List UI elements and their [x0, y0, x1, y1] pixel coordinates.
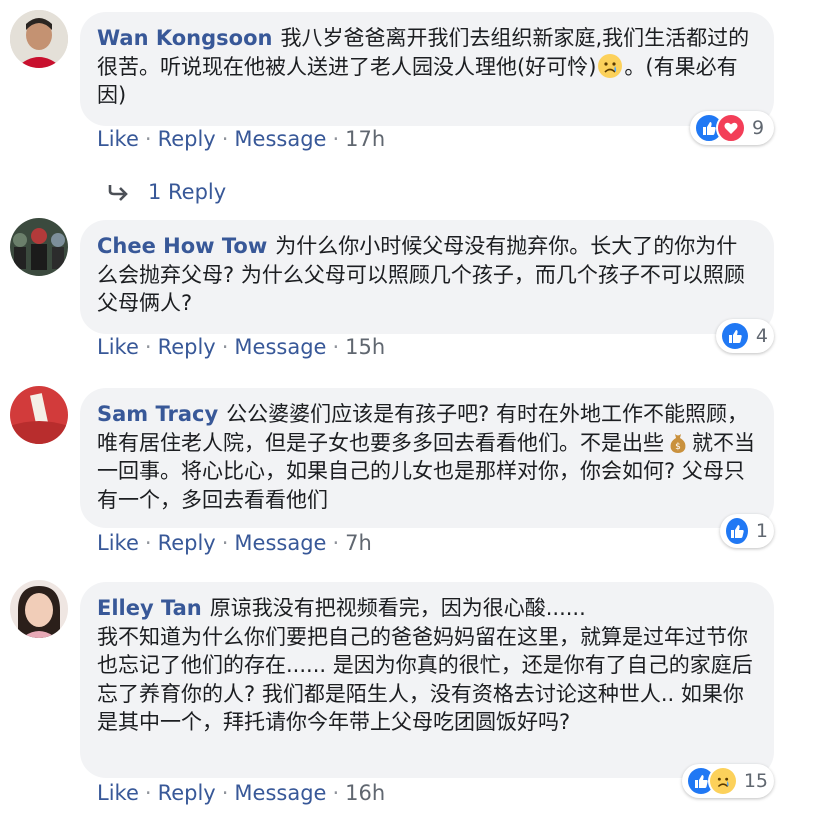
- replies-count[interactable]: 1 Reply: [148, 180, 226, 204]
- separator: ·: [221, 335, 229, 359]
- reply-link[interactable]: Reply: [158, 781, 216, 805]
- comment-bubble: Sam Tracy 公公婆婆们应该是有孩子吧? 有时在外地工作不能照顾，唯有居住老…: [80, 388, 774, 528]
- like-link[interactable]: Like: [97, 127, 139, 151]
- sad-reaction-icon: [707, 766, 738, 796]
- separator: ·: [332, 781, 340, 805]
- comment-author[interactable]: Chee How Tow: [97, 234, 267, 258]
- avatar-photo: [10, 386, 68, 444]
- timestamp[interactable]: 7h: [345, 531, 372, 555]
- comment-bubble: Elley Tan 原谅我没有把视频看完，因为很心酸...... 我不知道为什么你…: [80, 582, 774, 778]
- reaction-count: 4: [755, 325, 768, 347]
- reaction-count: 1: [755, 520, 768, 542]
- reactions-summary[interactable]: 4: [716, 319, 774, 353]
- timestamp[interactable]: 16h: [345, 781, 385, 805]
- view-replies-link[interactable]: 1 Reply: [108, 180, 226, 204]
- avatar[interactable]: [10, 10, 68, 68]
- message-link[interactable]: Message: [234, 127, 326, 151]
- comment-author[interactable]: Elley Tan: [97, 596, 202, 620]
- separator: ·: [221, 127, 229, 151]
- like-reaction-icon: [724, 516, 750, 546]
- separator: ·: [144, 781, 152, 805]
- separator: ·: [332, 531, 340, 555]
- comment-author[interactable]: Sam Tracy: [97, 402, 218, 426]
- timestamp[interactable]: 17h: [345, 127, 385, 151]
- reaction-count: 15: [743, 770, 768, 792]
- comment-bubble: Chee How Tow 为什么你小时候父母没有抛弃你。长大了的你为什么会抛弃父母…: [80, 220, 774, 334]
- separator: ·: [144, 531, 152, 555]
- reactions-summary[interactable]: 1: [720, 514, 774, 548]
- comment-actions: Like · Reply · Message · 7h: [97, 531, 372, 555]
- avatar[interactable]: [10, 580, 68, 638]
- reactions-summary[interactable]: 9: [690, 111, 774, 145]
- timestamp[interactable]: 15h: [345, 335, 385, 359]
- reaction-count: 9: [752, 117, 765, 139]
- svg-text:$: $: [675, 442, 681, 452]
- comment-actions: Like · Reply · Message · 16h: [97, 781, 385, 805]
- love-reaction-icon: [716, 113, 746, 143]
- comment-bubble: Wan Kongsoon 我八岁爸爸离开我们去组织新家庭,我们生活都过的很苦。听说…: [80, 12, 774, 126]
- message-link[interactable]: Message: [234, 781, 326, 805]
- message-link[interactable]: Message: [234, 531, 326, 555]
- separator: ·: [221, 781, 229, 805]
- reply-link[interactable]: Reply: [158, 531, 216, 555]
- comment-actions: Like · Reply · Message · 17h: [97, 127, 385, 151]
- money-bag-icon: $: [666, 430, 690, 454]
- reply-link[interactable]: Reply: [158, 127, 216, 151]
- avatar[interactable]: [10, 386, 68, 444]
- comment-author[interactable]: Wan Kongsoon: [97, 26, 272, 50]
- avatar[interactable]: [10, 218, 68, 276]
- avatar-photo: [10, 10, 68, 68]
- avatar-photo: [10, 580, 68, 638]
- like-link[interactable]: Like: [97, 531, 139, 555]
- separator: ·: [332, 127, 340, 151]
- separator: ·: [144, 335, 152, 359]
- separator: ·: [221, 531, 229, 555]
- comment-actions: Like · Reply · Message · 15h: [97, 335, 385, 359]
- like-link[interactable]: Like: [97, 781, 139, 805]
- sad-emoji-icon: [598, 53, 623, 78]
- message-link[interactable]: Message: [234, 335, 326, 359]
- avatar-photo: [10, 218, 68, 276]
- separator: ·: [332, 335, 340, 359]
- reactions-summary[interactable]: 15: [682, 764, 774, 798]
- reply-arrow-icon: [108, 185, 128, 201]
- separator: ·: [144, 127, 152, 151]
- like-link[interactable]: Like: [97, 335, 139, 359]
- reply-link[interactable]: Reply: [158, 335, 216, 359]
- like-reaction-icon: [720, 321, 750, 351]
